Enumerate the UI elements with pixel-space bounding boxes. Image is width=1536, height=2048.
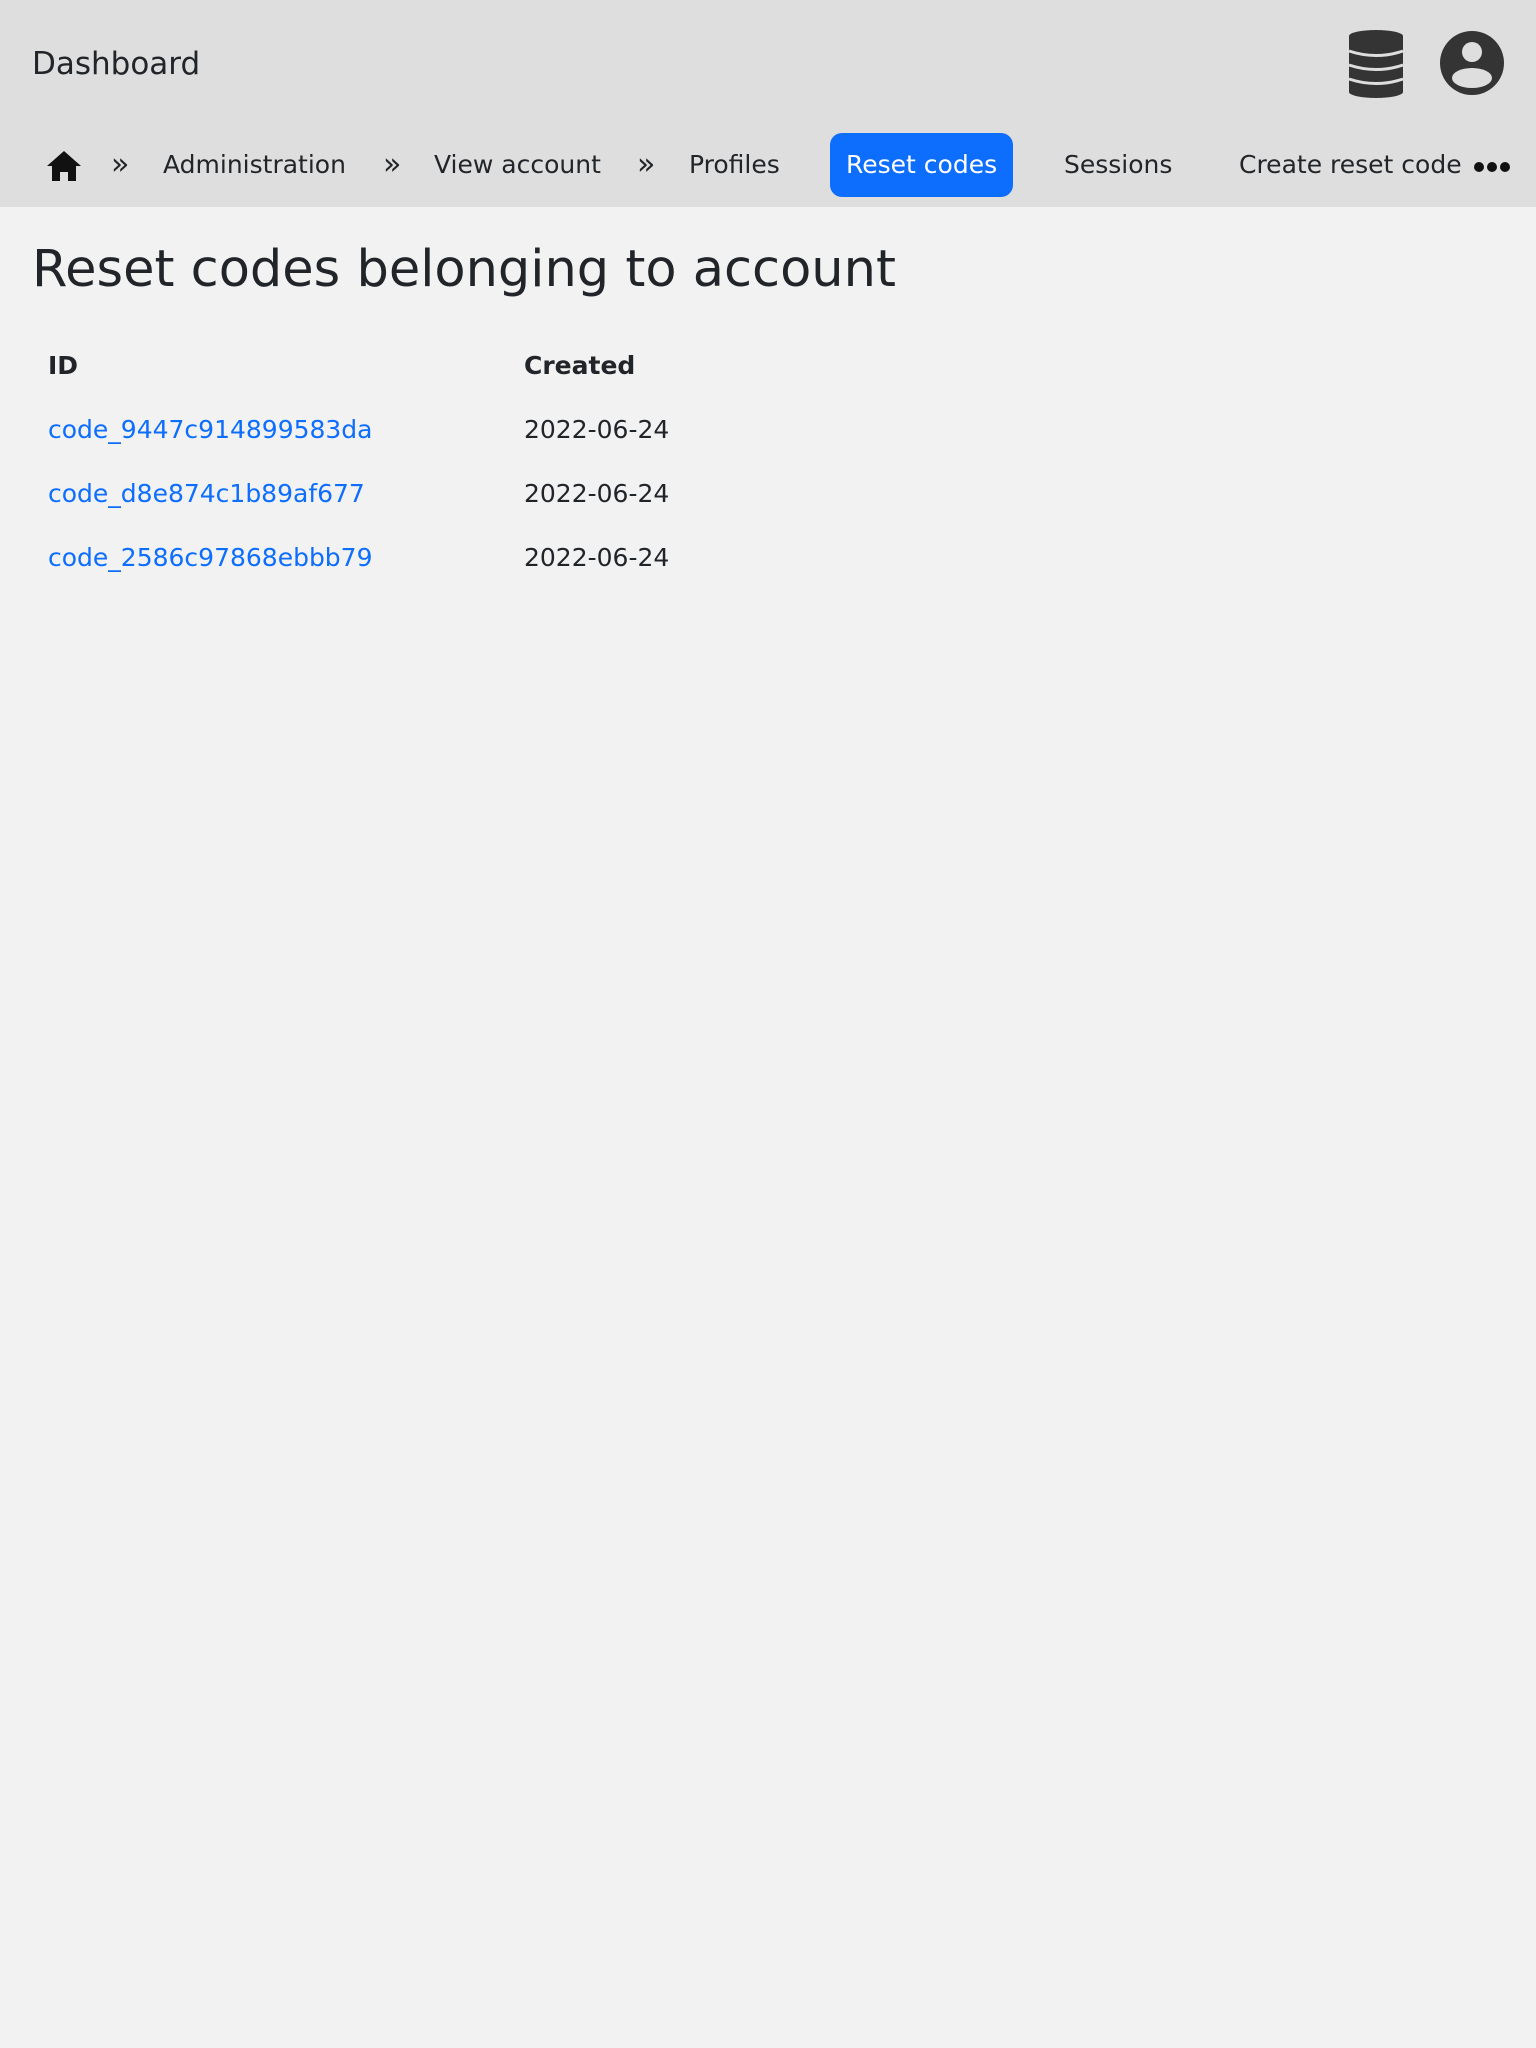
- code-id-cell: code_2586c97868ebbb79: [32, 525, 508, 589]
- table-row: code_9447c914899583da 2022-06-24: [32, 397, 685, 461]
- breadcrumb-administration[interactable]: Administration: [163, 133, 346, 197]
- code-id-link[interactable]: code_d8e874c1b89af677: [48, 479, 365, 508]
- column-header-id: ID: [48, 350, 79, 380]
- table-row: code_d8e874c1b89af677 2022-06-24: [32, 461, 685, 525]
- breadcrumb-profiles[interactable]: Profiles: [689, 133, 780, 197]
- tab-sessions[interactable]: Sessions: [1064, 133, 1172, 197]
- code-id-cell: code_d8e874c1b89af677: [32, 461, 508, 525]
- code-id-link[interactable]: code_2586c97868ebbb79: [48, 543, 373, 572]
- created-date-cell: 2022-06-24: [524, 542, 670, 572]
- breadcrumb-view-account[interactable]: View account: [434, 133, 601, 197]
- column-header-created: Created: [524, 350, 636, 380]
- database-icon[interactable]: [1346, 30, 1406, 98]
- page-title: Reset codes belonging to account: [32, 240, 896, 299]
- top-bar: Dashboard: [0, 0, 1536, 128]
- reset-codes-table: ID Created code_9447c914899583da 2022-06…: [32, 333, 685, 589]
- code-id-cell: code_9447c914899583da: [32, 397, 508, 461]
- breadcrumb-nav: » Administration » View account » Profil…: [0, 128, 1536, 207]
- created-date-cell: 2022-06-24: [524, 478, 670, 508]
- table-row: code_2586c97868ebbb79 2022-06-24: [32, 525, 685, 589]
- app-title[interactable]: Dashboard: [32, 40, 200, 88]
- breadcrumb-separator: »: [637, 147, 656, 182]
- user-circle-icon[interactable]: [1440, 31, 1504, 95]
- tab-reset-codes[interactable]: Reset codes: [830, 133, 1014, 197]
- more-horizontal-icon[interactable]: [1474, 159, 1510, 173]
- table-header-row: ID Created: [32, 333, 685, 397]
- tab-create-reset-code-label: Create reset code: [1239, 150, 1461, 179]
- code-id-link[interactable]: code_9447c914899583da: [48, 415, 373, 444]
- breadcrumb-separator: »: [383, 147, 402, 182]
- home-icon[interactable]: [44, 146, 84, 186]
- breadcrumb-separator: »: [111, 147, 130, 182]
- created-date-cell: 2022-06-24: [524, 414, 670, 444]
- tab-create-reset-code[interactable]: Create reset code: [1239, 133, 1461, 197]
